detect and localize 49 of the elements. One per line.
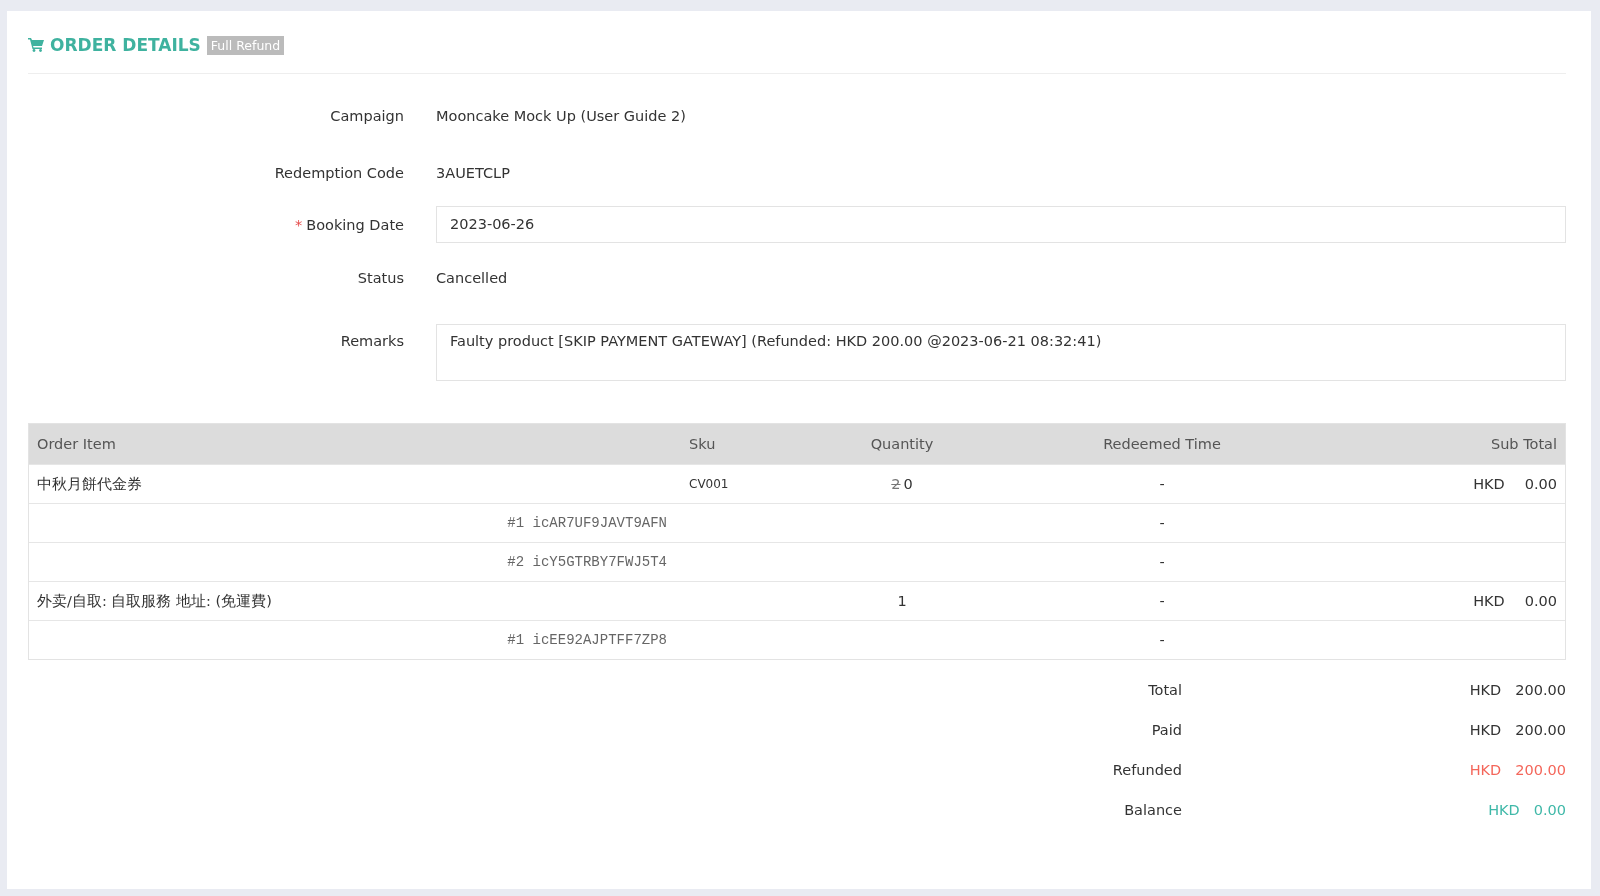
column-header: Redeemed Time xyxy=(1103,436,1221,452)
voucher-code: #2 icY5GTRBY7FWJ5T4 xyxy=(507,554,668,570)
total-label: Paid xyxy=(1151,722,1182,738)
redeemed-cell: - xyxy=(1159,515,1165,531)
total-label: Total xyxy=(1148,682,1182,698)
shopping-cart-icon xyxy=(28,38,44,52)
field-value: Mooncake Mock Up (User Guide 2) xyxy=(436,108,687,124)
page-title: ORDER DETAILS xyxy=(50,35,201,55)
redeemed-cell: - xyxy=(1159,632,1165,648)
remarks-field[interactable]: Faulty product [SKIP PAYMENT GATEWAY] (Refunded: HKD 200.00 @2023-06-21 08:32:41) xyxy=(436,324,1566,381)
currency-label: HKD xyxy=(1488,802,1520,818)
amount-cell: 0.00 xyxy=(1524,593,1557,609)
currency-label: HKD xyxy=(1469,682,1502,698)
currency-label: HKD xyxy=(1469,762,1502,778)
total-amount: 200.00 xyxy=(1515,722,1566,738)
amount-cell: 0.00 xyxy=(1524,476,1557,492)
column-header: Order Item xyxy=(37,436,117,452)
sku-cell-text: CV001 xyxy=(688,477,730,491)
field-label: Campaign xyxy=(330,108,404,124)
total-label: Refunded xyxy=(1112,762,1182,778)
total-label: Balance xyxy=(1124,802,1182,818)
field-label: Remarks xyxy=(340,333,404,349)
currency-label: HKD xyxy=(1473,593,1505,609)
required-asterisk: * xyxy=(294,216,303,233)
column-header: Sku xyxy=(688,436,717,452)
field-label: Status xyxy=(357,270,404,286)
field-label: Redemption Code xyxy=(274,165,404,181)
redeemed-cell: - xyxy=(1159,593,1165,609)
field-value: 3AUETCLP xyxy=(436,165,511,181)
currency-label: HKD xyxy=(1469,722,1502,738)
column-header: Quantity xyxy=(870,436,934,452)
old-quantity: 2 xyxy=(891,476,901,492)
voucher-code: #1 icAR7UF9JAVT9AFN xyxy=(507,515,668,531)
currency-label: HKD xyxy=(1473,476,1505,492)
quantity-cell: 0 xyxy=(903,476,913,492)
item-name: 中秋月餅代金券 xyxy=(37,474,143,494)
total-amount: 200.00 xyxy=(1515,762,1566,778)
field-label: Booking Date xyxy=(306,216,404,233)
voucher-code: #1 icEE92AJPTFF7ZP8 xyxy=(507,632,668,648)
field-value: Cancelled xyxy=(436,270,509,286)
redeemed-cell: - xyxy=(1159,476,1165,492)
quantity-cell: 1 xyxy=(897,593,907,609)
column-header: Sub Total xyxy=(1490,436,1557,452)
status-badge: Full Refund xyxy=(206,35,285,55)
date-field[interactable]: 2023-06-26 xyxy=(436,206,1566,243)
total-amount: 0.00 xyxy=(1533,802,1566,818)
redeemed-cell: - xyxy=(1159,554,1165,570)
total-amount: 200.00 xyxy=(1515,682,1566,698)
item-name: 外卖/自取: 自取服務 地址: (免運費) xyxy=(37,591,273,611)
